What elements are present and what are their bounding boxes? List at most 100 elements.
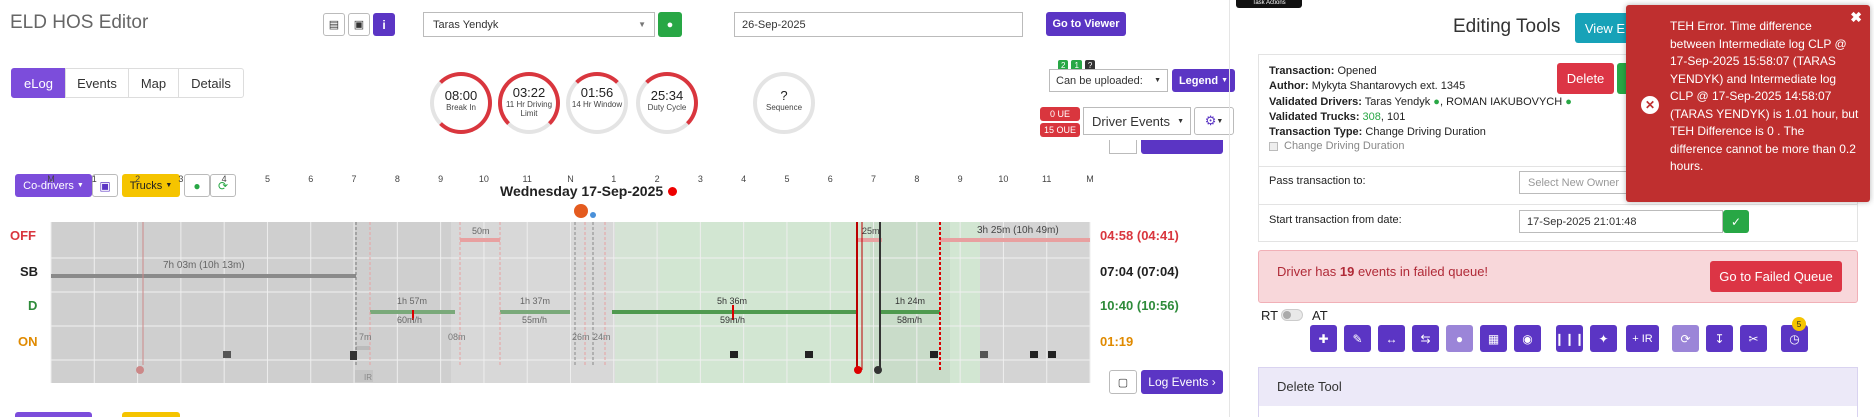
edit-button[interactable]: ✎ xyxy=(1344,325,1371,352)
swap-icon: ⇆ xyxy=(1420,331,1431,346)
grid-band-light2 xyxy=(980,222,1090,383)
view-button-label: View E xyxy=(1584,20,1626,36)
failed-suffix: events in failed queue! xyxy=(1354,264,1489,279)
segment-label: 55m/h xyxy=(522,315,548,325)
validated-trucks-line: Validated Trucks: 308, 101 xyxy=(1269,111,1405,123)
row-total-sb: 07:04 (07:04) xyxy=(1100,264,1179,279)
user-button[interactable]: ● xyxy=(1446,325,1473,352)
columns-button[interactable]: ❙❙❙ xyxy=(1554,325,1585,352)
users-button[interactable]: ◉ xyxy=(1514,325,1541,352)
validated-drivers-label: Validated Drivers: xyxy=(1269,96,1362,108)
d-bar xyxy=(500,310,570,314)
pass-label: Pass transaction to: xyxy=(1269,175,1366,187)
new-owner-placeholder: Select New Owner xyxy=(1528,176,1620,189)
row-label-on: ON xyxy=(18,334,38,349)
row-total-on: 01:19 xyxy=(1100,334,1134,349)
segment-label: 3h 25m (10h 49m) xyxy=(977,225,1059,236)
history-icon: ◷ xyxy=(1789,331,1800,346)
pencil-icon: ✎ xyxy=(1352,331,1363,346)
segment-label: 1h 37m xyxy=(520,296,551,306)
log-events-button[interactable]: Log Events › xyxy=(1141,370,1223,394)
users-icon: ◉ xyxy=(1522,331,1533,346)
error-icon: ✕ xyxy=(1641,96,1659,114)
camera-icon xyxy=(730,351,738,358)
validated-driver-2: ROMAN IAKUBOVYCH xyxy=(1446,96,1563,108)
start-label: Start transaction from date: xyxy=(1269,214,1402,226)
segment-label: 5h 36m xyxy=(717,296,748,306)
trash-icon: ▦ xyxy=(1487,331,1500,346)
validated-trucks-label: Validated Trucks: xyxy=(1269,111,1360,123)
transaction-status: Transaction: Opened xyxy=(1269,65,1377,77)
columns-icon: ❙❙❙ xyxy=(1554,331,1585,346)
delete-tool-body xyxy=(1258,406,1858,417)
segment-label: 58m/h xyxy=(897,315,923,325)
truck-icon xyxy=(874,366,882,374)
add-ir-button[interactable]: + IR xyxy=(1626,325,1659,352)
add-ir-label: + IR xyxy=(1632,332,1653,345)
sb-bar xyxy=(51,274,356,278)
sync-icon: ⟳ xyxy=(1680,331,1691,346)
delete-tool-button[interactable]: ▦ xyxy=(1480,325,1507,352)
segment-label: 7h 03m (10h 13m) xyxy=(163,260,245,271)
pin-icon: ● xyxy=(1562,96,1572,108)
validated-drivers-line: Validated Drivers: Taras Yendyk ●, ROMAN… xyxy=(1269,96,1572,108)
checkbox-label: Change Driving Duration xyxy=(1284,140,1405,152)
swap-button[interactable]: ⇆ xyxy=(1412,325,1439,352)
toggle-knob xyxy=(1283,311,1291,319)
camera-icon xyxy=(930,351,938,358)
magic-wand-icon: ✦ xyxy=(1598,331,1609,346)
failed-prefix: Driver has xyxy=(1277,264,1340,279)
trucks-button-partial[interactable] xyxy=(122,412,180,417)
sync-button[interactable]: ⟳ xyxy=(1672,325,1699,352)
text-height-icon: ↧ xyxy=(1714,331,1725,346)
scissors-icon: ✂ xyxy=(1748,331,1759,346)
rt-at-toggle[interactable] xyxy=(1281,309,1303,321)
row-total-off: 04:58 (04:41) xyxy=(1100,228,1179,243)
confirm-date-button[interactable]: ✓ xyxy=(1723,210,1749,233)
camera-icon xyxy=(805,351,813,358)
row-total-d: 10:40 (10:56) xyxy=(1100,298,1179,313)
go-to-failed-queue-button[interactable]: Go to Failed Queue xyxy=(1710,261,1842,292)
text-height-button[interactable]: ↧ xyxy=(1706,325,1733,352)
user-icon: ● xyxy=(1455,331,1464,346)
comment-icon-button[interactable]: ▢ xyxy=(1109,370,1137,394)
failed-queue-button-label: Go to Failed Queue xyxy=(1719,269,1833,284)
error-toast: ✖ ✕ TEH Error. Time difference between I… xyxy=(1626,5,1870,202)
change-driving-checkbox-row[interactable]: Change Driving Duration xyxy=(1269,140,1404,152)
chevron-right-icon: › xyxy=(1211,375,1216,389)
transaction-type-line: Transaction Type: Change Driving Duratio… xyxy=(1269,126,1486,138)
segment-label: 25m xyxy=(862,226,880,236)
row-label-d: D xyxy=(28,298,38,313)
co-drivers-button-partial[interactable] xyxy=(15,412,92,417)
d-bar xyxy=(612,310,857,314)
grid-band-light xyxy=(51,222,451,383)
add-event-button[interactable]: ✚ xyxy=(1310,325,1337,352)
rt-label: RT xyxy=(1261,308,1279,323)
segment-label: 59m/h xyxy=(720,315,746,325)
segment-label: 1h 57m xyxy=(397,296,428,306)
delete-button[interactable]: Delete xyxy=(1557,63,1614,94)
error-message: TEH Error. Time difference between Inter… xyxy=(1670,19,1859,173)
segment-label: 60m/h xyxy=(397,315,423,325)
row-label-off: OFF xyxy=(10,228,36,243)
off-bar xyxy=(940,238,1090,242)
author-value: Mykyta Shantarovych ext. 1345 xyxy=(1311,80,1466,92)
shift-button[interactable]: ↔ xyxy=(1378,325,1405,352)
document-icon xyxy=(350,351,357,360)
checkbox[interactable] xyxy=(1269,141,1278,151)
magic-button[interactable]: ✦ xyxy=(1590,325,1617,352)
drop-marker-icon xyxy=(590,212,596,218)
panel-divider xyxy=(1229,0,1230,417)
failed-queue-message: Driver has 19 events in failed queue! xyxy=(1277,264,1488,279)
camera-icon xyxy=(1030,351,1038,358)
camera-icon xyxy=(1048,351,1056,358)
failed-count: 19 xyxy=(1339,264,1355,279)
delete-tool-title: Delete Tool xyxy=(1277,379,1342,394)
history-count: 5 xyxy=(1796,319,1802,329)
camera-icon xyxy=(223,351,231,358)
validated-truck-green: 308 xyxy=(1362,111,1381,123)
truck-icon xyxy=(854,366,862,374)
cut-button[interactable]: ✂ xyxy=(1740,325,1767,352)
transaction-type-value: Change Driving Duration xyxy=(1365,126,1486,138)
start-date-input[interactable]: 17-Sep-2025 21:01:48 xyxy=(1519,210,1723,233)
